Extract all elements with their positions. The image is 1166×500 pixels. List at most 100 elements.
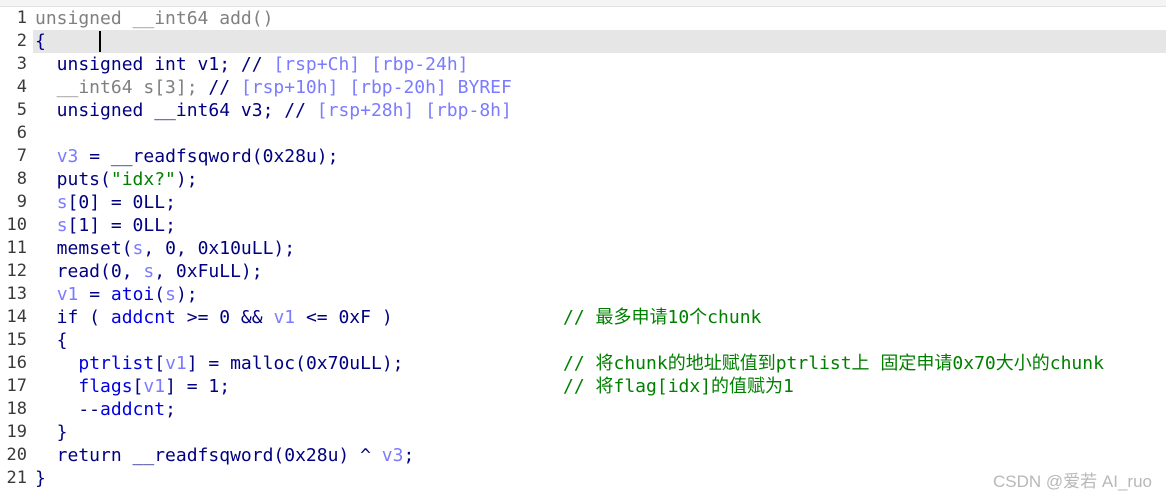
- code-token: ;: [165, 399, 176, 420]
- code-token: [rsp+Ch] [rbp-24h]: [273, 54, 469, 75]
- code-token: //: [208, 77, 241, 98]
- line-number: 1: [16, 8, 27, 28]
- code-token: , 0xFuLL);: [154, 261, 263, 282]
- code-token: atoi: [110, 284, 155, 305]
- code-token: return __readfsqword(0x28u) ^: [35, 445, 382, 466]
- code-line[interactable]: 11 memset(s, 0, 0x10uLL);: [0, 237, 1166, 260]
- code-token: ] = malloc(0x70uLL);: [186, 353, 404, 374]
- code-token: s: [56, 215, 68, 236]
- code-line[interactable]: 7 v3 = __readfsqword(0x28u);: [0, 145, 1166, 168]
- current-line-highlight: [33, 30, 1166, 53]
- line-number: 13: [6, 284, 27, 304]
- code-line[interactable]: 21}: [0, 467, 1166, 490]
- code-line[interactable]: 10 s[1] = 0LL;: [0, 214, 1166, 237]
- code-token: v3: [56, 146, 79, 167]
- code-text: }: [35, 421, 68, 444]
- code-token: =: [78, 284, 111, 305]
- code-line[interactable]: 20 return __readfsqword(0x28u) ^ v3;: [0, 444, 1166, 467]
- code-token: --: [35, 399, 101, 420]
- code-text: s[0] = 0LL;: [35, 191, 176, 214]
- code-line[interactable]: 1 unsigned __int64 add(): [0, 7, 1166, 30]
- code-line[interactable]: 15 {: [0, 329, 1166, 352]
- code-line[interactable]: 8 puts("idx?");: [0, 168, 1166, 191]
- code-text: __int64 s[3]; // [rsp+10h] [rbp-20h] BYR…: [35, 76, 512, 99]
- code-token: v1: [165, 353, 187, 374]
- code-line[interactable]: 19 }: [0, 421, 1166, 444]
- code-line[interactable]: 12 read(0, s, 0xFuLL);: [0, 260, 1166, 283]
- code-line[interactable]: 3 unsigned int v1; // [rsp+Ch] [rbp-24h]: [0, 53, 1166, 76]
- line-number: 8: [16, 169, 27, 189]
- line-number: 9: [16, 192, 27, 212]
- code-token: s: [56, 192, 68, 213]
- code-token: puts(: [35, 169, 111, 190]
- code-token: ;: [403, 445, 415, 466]
- code-token: flags: [78, 376, 133, 397]
- code-text: }: [35, 467, 46, 490]
- line-number: 16: [6, 353, 27, 373]
- code-token: }: [35, 468, 46, 489]
- code-token: [0] = 0LL;: [67, 192, 176, 213]
- code-token: [: [132, 376, 144, 397]
- line-number: 17: [6, 376, 27, 396]
- line-number: 11: [6, 238, 27, 258]
- code-token: v1: [56, 284, 79, 305]
- code-token: if (: [35, 307, 111, 328]
- code-line[interactable]: 6: [0, 122, 1166, 145]
- code-line[interactable]: 9 s[0] = 0LL;: [0, 191, 1166, 214]
- line-number: 2: [16, 31, 27, 51]
- code-token: unsigned __int64 add(): [35, 8, 274, 29]
- code-token: s: [132, 238, 144, 259]
- code-token: = __readfsqword(0x28u);: [78, 146, 339, 167]
- code-token: s: [143, 261, 155, 282]
- line-number: 15: [6, 330, 27, 350]
- line-number: 4: [16, 77, 27, 97]
- code-token: >= 0 &&: [175, 307, 274, 328]
- text-cursor: [99, 31, 101, 52]
- code-text: ptrlist[v1] = malloc(0x70uLL);: [35, 352, 404, 375]
- code-text: flags[v1] = 1;: [35, 375, 230, 398]
- code-text: --addcnt;: [35, 398, 176, 421]
- code-line[interactable]: 13 v1 = atoi(s);: [0, 283, 1166, 306]
- code-line[interactable]: 16 ptrlist[v1] = malloc(0x70uLL); // 将chu…: [0, 352, 1166, 375]
- code-text: {: [35, 329, 68, 352]
- code-token: v1: [143, 376, 166, 397]
- line-number: 5: [16, 100, 27, 120]
- line-number: 3: [16, 54, 27, 74]
- code-text: v3 = __readfsqword(0x28u);: [35, 145, 339, 168]
- code-token: );: [175, 169, 198, 190]
- code-text: puts("idx?");: [35, 168, 198, 191]
- code-token: (: [154, 284, 166, 305]
- code-line[interactable]: 5 unsigned __int64 v3; // [rsp+28h] [rbp…: [0, 99, 1166, 122]
- code-text: s[1] = 0LL;: [35, 214, 176, 237]
- code-line[interactable]: 14 if ( addcnt >= 0 && v1 <= 0xF ) // 最多申…: [0, 306, 1166, 329]
- code-token: addcnt: [100, 399, 166, 420]
- code-text: {: [35, 30, 46, 53]
- line-number: 12: [6, 261, 27, 281]
- line-number: 21: [6, 468, 27, 488]
- code-token: <= 0xF ): [295, 307, 393, 328]
- code-line[interactable]: 4 __int64 s[3]; // [rsp+10h] [rbp-20h] B…: [0, 76, 1166, 99]
- code-text: memset(s, 0, 0x10uLL);: [35, 237, 295, 260]
- code-token: {: [35, 330, 68, 351]
- code-line[interactable]: 18 --addcnt;: [0, 398, 1166, 421]
- code-text: read(0, s, 0xFuLL);: [35, 260, 263, 283]
- code-comment: // 将flag[idx]的值赋为1: [563, 376, 794, 397]
- code-line[interactable]: 17 flags[v1] = 1; // 将flag[idx]的值赋为1: [0, 375, 1166, 398]
- code-line[interactable]: 2{: [0, 30, 1166, 53]
- line-number: 20: [6, 445, 27, 465]
- code-token: [rsp+28h] [rbp-8h]: [316, 100, 512, 121]
- code-token: }: [35, 422, 68, 443]
- toolbar-strip: [0, 0, 1166, 7]
- code-token: {: [35, 31, 46, 52]
- pseudocode-editor[interactable]: 1 unsigned __int64 add() 2{3 unsigned int …: [0, 7, 1166, 490]
- code-text: unsigned int v1; // [rsp+Ch] [rbp-24h]: [35, 53, 469, 76]
- code-token: , 0, 0x10uLL);: [143, 238, 296, 259]
- code-token: unsigned int v1; //: [35, 54, 274, 75]
- code-token: addcnt: [110, 307, 176, 328]
